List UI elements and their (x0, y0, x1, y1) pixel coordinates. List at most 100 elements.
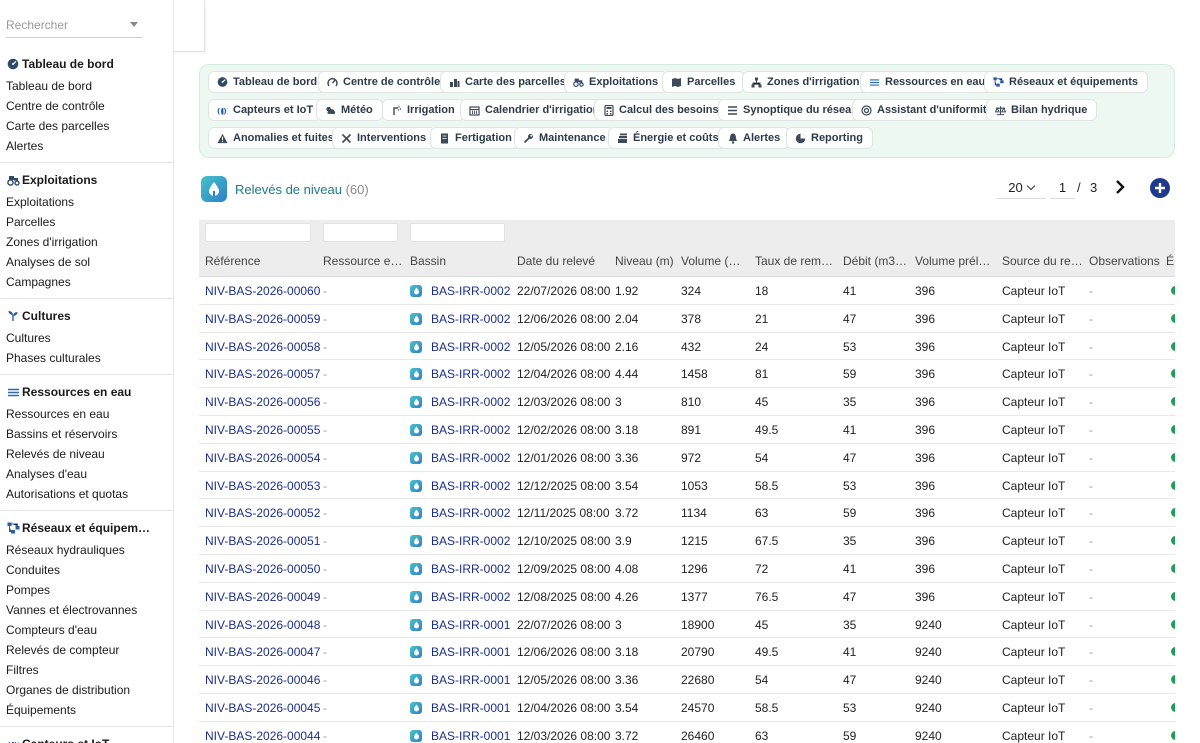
sidebar-item[interactable]: Alertes (0, 136, 173, 156)
bassin-code[interactable]: BAS-IRR-0002 (431, 590, 510, 604)
sidebar-item[interactable]: Ressources en eau (0, 404, 173, 424)
filter-bassin-input[interactable] (410, 223, 505, 242)
bassin-code[interactable]: BAS-IRR-0002 (431, 562, 510, 576)
next-page-button[interactable] (1111, 178, 1129, 196)
bassin-code[interactable]: BAS-IRR-0002 (431, 395, 510, 409)
table-row[interactable]: NIV-BAS-2026-00045- BAS-IRR-0001 12/04/202… (199, 694, 1175, 722)
bassin-link[interactable]: BAS-IRR-0002 (410, 367, 510, 381)
quicknav-button[interactable]: Bilan hydrique (986, 99, 1098, 121)
filter-ressource-input[interactable] (323, 223, 398, 242)
sidebar-item[interactable]: Filtres (0, 660, 173, 680)
bassin-code[interactable]: BAS-IRR-0002 (431, 312, 510, 326)
bassin-code[interactable]: BAS-IRR-0001 (431, 673, 510, 687)
quicknav-button[interactable]: Tableau de bord (208, 71, 328, 93)
bassin-link[interactable]: BAS-IRR-0002 (410, 340, 510, 354)
column-header[interactable]: Observations (1089, 254, 1160, 268)
reference-link[interactable]: NIV-BAS-2026-00060 (205, 284, 320, 298)
sidebar-item[interactable]: Campagnes (0, 272, 173, 292)
sidebar-item[interactable]: Bassins et réservoirs (0, 424, 173, 444)
table-row[interactable]: NIV-BAS-2026-00049- BAS-IRR-0002 12/08/202… (199, 583, 1175, 611)
quicknav-button[interactable]: Parcelles (662, 71, 746, 93)
quicknav-button[interactable]: (()) Capteurs et IoT (208, 99, 324, 121)
sidebar-item[interactable]: Tableau de bord (0, 76, 173, 96)
bassin-code[interactable]: BAS-IRR-0002 (431, 340, 510, 354)
quicknav-button[interactable]: Anomalies et fuites (208, 127, 344, 149)
sidebar-item[interactable]: Vannes et électrovannes (0, 600, 173, 620)
filter-reference-input[interactable] (205, 223, 311, 242)
sidebar-section-header[interactable]: Tableau de bord (0, 54, 173, 74)
sidebar-item[interactable]: Relevés de compteur (0, 640, 173, 660)
column-header[interactable]: Bassin (410, 254, 446, 268)
bassin-link[interactable]: BAS-IRR-0002 (410, 479, 510, 493)
quicknav-button[interactable]: Carte des parcelles (440, 71, 576, 93)
reference-link[interactable]: NIV-BAS-2026-00050 (205, 562, 320, 576)
page-size-select[interactable]: 20 (996, 177, 1046, 199)
quicknav-button[interactable]: Irrigation (382, 99, 465, 121)
quicknav-button[interactable]: Calcul des besoins (594, 99, 729, 121)
column-header[interactable]: Débit (m3/h) (843, 254, 909, 268)
bassin-code[interactable]: BAS-IRR-0001 (431, 645, 510, 659)
bassin-link[interactable]: BAS-IRR-0002 (410, 395, 510, 409)
table-row[interactable]: NIV-BAS-2026-00059- BAS-IRR-0002 12/06/202… (199, 305, 1175, 333)
sidebar-item[interactable]: Autorisations et quotas (0, 484, 173, 504)
sidebar-section-header[interactable]: (())Capteurs et IoT (0, 734, 173, 743)
reference-link[interactable]: NIV-BAS-2026-00046 (205, 673, 320, 687)
reference-link[interactable]: NIV-BAS-2026-00047 (205, 645, 320, 659)
table-row[interactable]: NIV-BAS-2026-00055- BAS-IRR-0002 12/02/202… (199, 416, 1175, 444)
quicknav-button[interactable]: Assistant d'uniformité (852, 99, 1003, 121)
sidebar-item[interactable]: Phases culturales (0, 348, 173, 368)
sidebar-item[interactable]: Relevés de niveau (0, 444, 173, 464)
column-header[interactable]: Taux de rem… (755, 254, 833, 268)
bassin-code[interactable]: BAS-IRR-0001 (431, 701, 510, 715)
table-row[interactable]: NIV-BAS-2026-00048- BAS-IRR-0001 22/07/202… (199, 611, 1175, 639)
table-row[interactable]: NIV-BAS-2026-00051- BAS-IRR-0002 12/10/202… (199, 527, 1175, 555)
table-row[interactable]: NIV-BAS-2026-00047- BAS-IRR-0001 12/06/202… (199, 638, 1175, 667)
quicknav-button[interactable]: Zones d'irrigation (742, 71, 870, 93)
bassin-link[interactable]: BAS-IRR-0001 (410, 729, 510, 743)
sidebar-item[interactable]: Centre de contrôle (0, 96, 173, 116)
bassin-link[interactable]: BAS-IRR-0002 (410, 312, 510, 326)
sidebar-item[interactable]: Cultures (0, 328, 173, 348)
sidebar-section-header[interactable]: Réseaux et équipem… (0, 518, 173, 538)
column-header[interactable]: É (1166, 254, 1174, 268)
sidebar-item[interactable]: Carte des parcelles (0, 116, 173, 136)
quicknav-button[interactable]: Météo (316, 99, 383, 121)
reference-link[interactable]: NIV-BAS-2026-00057 (205, 367, 320, 381)
sidebar-item[interactable]: Exploitations (0, 192, 173, 212)
sidebar-section-header[interactable]: Exploitations (0, 170, 173, 190)
reference-link[interactable]: NIV-BAS-2026-00051 (205, 534, 320, 548)
bassin-code[interactable]: BAS-IRR-0002 (431, 367, 510, 381)
reference-link[interactable]: NIV-BAS-2026-00048 (205, 618, 320, 632)
bassin-link[interactable]: BAS-IRR-0002 (410, 506, 510, 520)
column-header[interactable]: Source du re… (1002, 254, 1083, 268)
quicknav-button[interactable]: Exploitations (564, 71, 669, 93)
bassin-code[interactable]: BAS-IRR-0002 (431, 506, 510, 520)
reference-link[interactable]: NIV-BAS-2026-00045 (205, 701, 320, 715)
reference-link[interactable]: NIV-BAS-2026-00058 (205, 340, 320, 354)
reference-link[interactable]: NIV-BAS-2026-00054 (205, 451, 320, 465)
table-row[interactable]: NIV-BAS-2026-00060- BAS-IRR-0002 22/07/202… (199, 277, 1175, 305)
bassin-link[interactable]: BAS-IRR-0002 (410, 423, 510, 437)
bassin-link[interactable]: BAS-IRR-0001 (410, 645, 510, 659)
reference-link[interactable]: NIV-BAS-2026-00049 (205, 590, 320, 604)
reference-link[interactable]: NIV-BAS-2026-00056 (205, 395, 320, 409)
sidebar-section-header[interactable]: Cultures (0, 306, 173, 326)
page-number-input[interactable]: 1 (1050, 177, 1075, 199)
bassin-link[interactable]: BAS-IRR-0002 (410, 534, 510, 548)
bassin-link[interactable]: BAS-IRR-0001 (410, 701, 510, 715)
quicknav-button[interactable]: Synoptique du réseau (718, 99, 868, 121)
reference-link[interactable]: NIV-BAS-2026-00053 (205, 479, 320, 493)
table-row[interactable]: NIV-BAS-2026-00052- BAS-IRR-0002 12/11/202… (199, 499, 1175, 528)
search-box[interactable] (6, 14, 142, 38)
table-row[interactable]: NIV-BAS-2026-00050- BAS-IRR-0002 12/09/202… (199, 555, 1175, 583)
add-record-button[interactable] (1150, 178, 1170, 198)
column-header[interactable]: Volume prél… (915, 254, 990, 268)
bassin-code[interactable]: BAS-IRR-0001 (431, 729, 510, 743)
table-row[interactable]: NIV-BAS-2026-00046- BAS-IRR-0001 12/05/202… (199, 666, 1175, 694)
bassin-link[interactable]: BAS-IRR-0002 (410, 590, 510, 604)
quicknav-button[interactable]: Alertes (718, 127, 791, 149)
sidebar-item[interactable]: Organes de distribution (0, 680, 173, 700)
quicknav-button[interactable]: Reporting (786, 127, 873, 149)
quicknav-button[interactable]: Fertigation (430, 127, 522, 149)
reference-link[interactable]: NIV-BAS-2026-00044 (205, 729, 320, 743)
